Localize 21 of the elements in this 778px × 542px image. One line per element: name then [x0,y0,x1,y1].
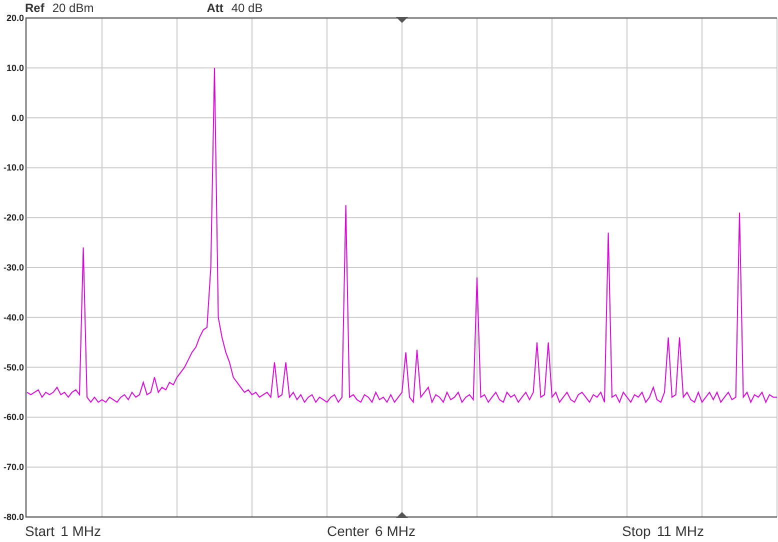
att-value: 40 dB [231,1,263,15]
y-tick-label: 0.0 [11,112,24,123]
y-tick-label: -30.0 [3,262,24,272]
y-tick-label: -40.0 [3,312,24,322]
y-tick-label: 20.0 [6,13,24,23]
y-tick-label: 10.0 [6,62,24,73]
y-tick-label: -10.0 [3,162,24,173]
start-label: Start [25,523,55,539]
y-tick-label: -20.0 [3,212,24,223]
ref-value: 20 dBm [52,1,94,15]
center-label: Center [327,523,370,539]
y-tick-label: -50.0 [3,362,24,372]
stop-label: Stop [622,523,651,539]
ref-label: Ref [25,1,44,15]
y-tick-label: -80.0 [3,512,24,522]
att-label: Att [206,1,224,15]
center-value: 6 MHz [375,523,416,539]
stop-value: 11 MHz [656,523,704,539]
start-value: 1 MHz [60,523,102,539]
y-tick-label: -60.0 [3,412,24,422]
y-tick-label: -70.0 [3,462,24,472]
